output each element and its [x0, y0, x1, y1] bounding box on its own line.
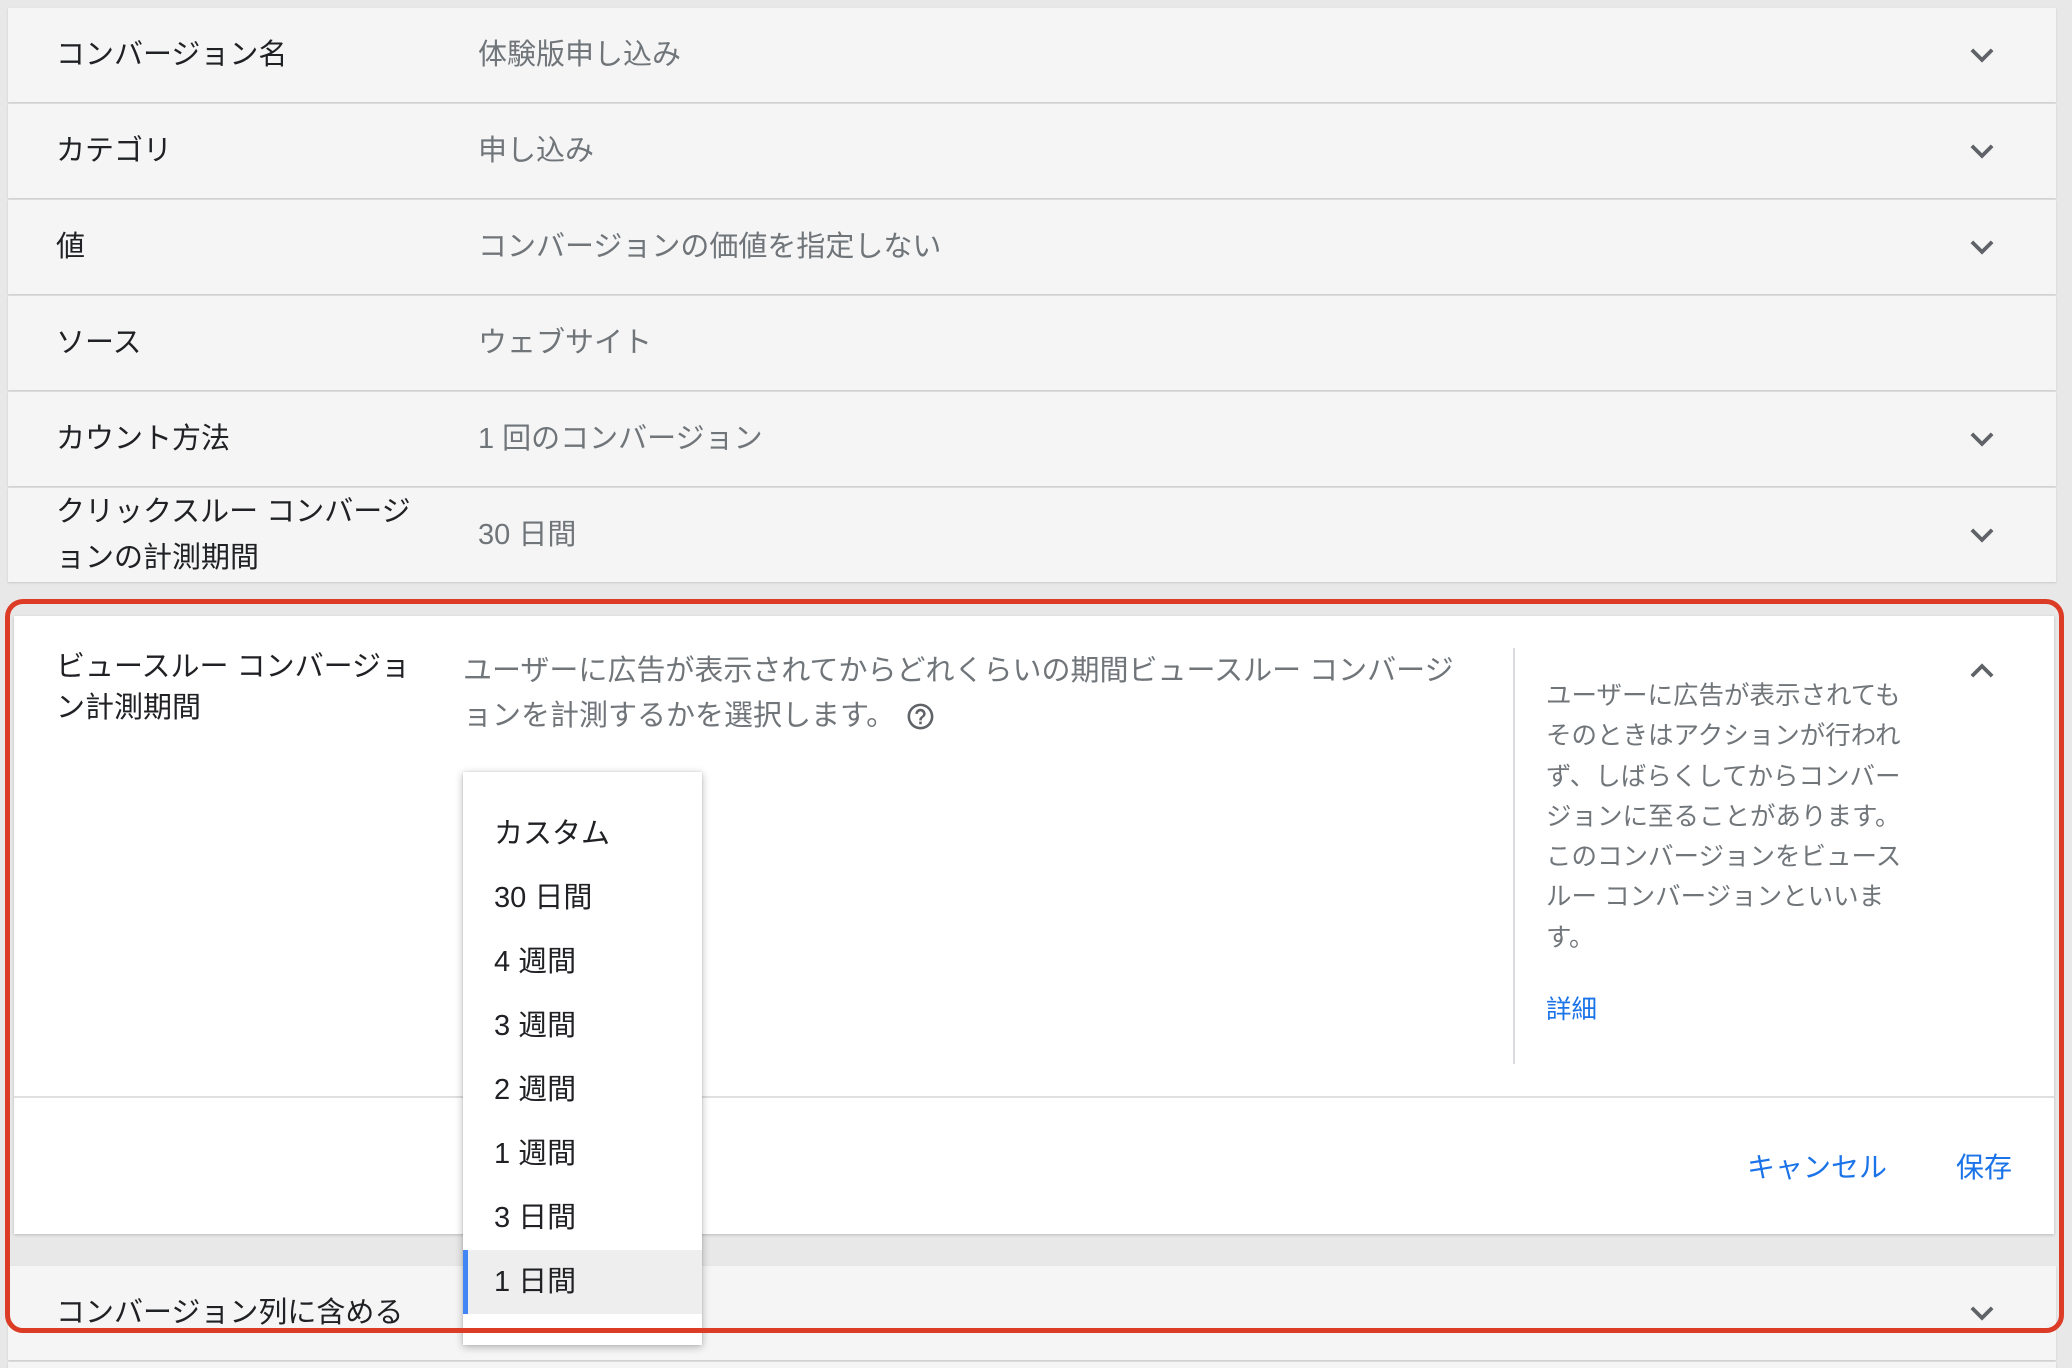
help-outline-icon[interactable] — [905, 701, 936, 732]
row-value: 30 日間 — [478, 519, 577, 551]
help-line: ジョンに至ることがあります。 — [1546, 802, 1901, 831]
row-label: コンバージョン名 — [56, 32, 287, 78]
setting-row-source: ソース ウェブサイト — [8, 296, 2056, 390]
row-label: コンバージョン列に含める — [56, 1290, 403, 1336]
dropdown-option[interactable]: 1 日間 — [463, 1250, 702, 1314]
dropdown-option[interactable]: 4 週間 — [463, 930, 702, 994]
dropdown-option[interactable]: 3 日間 — [463, 1186, 702, 1250]
row-label: カテゴリ — [56, 128, 172, 174]
cancel-button[interactable]: キャンセル — [1731, 1140, 1903, 1196]
panel-label: ビュースルー コンバージョ ン計測期間 — [56, 647, 410, 729]
row-value: ウェブサイト — [478, 327, 653, 359]
help-line: ユーザーに広告が表示されても — [1546, 682, 1901, 710]
row-label: カウント方法 — [56, 416, 230, 462]
row-label-line: カウント方法 — [56, 423, 231, 455]
help-panel-text: ユーザーに広告が表示されても そのときはアクションが行われ ず、しばらくしてから… — [1546, 676, 1901, 958]
setting-row-count-method[interactable]: カウント方法 1 回のコンバージョン — [8, 392, 2056, 486]
chevron-down-icon[interactable] — [1959, 32, 2005, 78]
help-line: す。 — [1546, 923, 1595, 952]
setting-row-include-in-conversions[interactable]: コンバージョン列に含める — [8, 1266, 2056, 1360]
horizontal-divider — [14, 1096, 2054, 1098]
row-label-line: カテゴリ — [56, 135, 173, 167]
description-line-with-help: ョンを計測するかを選択します。 — [463, 694, 1454, 739]
chevron-down-icon[interactable] — [1959, 128, 2005, 174]
row-label: クリックスルー コンバージ ョンの計測期間 — [56, 489, 411, 581]
chevron-down-icon[interactable] — [1959, 1290, 2005, 1336]
chevron-down-icon[interactable] — [1959, 224, 2005, 270]
learn-more-link[interactable]: 詳細 — [1546, 990, 1597, 1030]
view-through-window-panel: ビュースルー コンバージョ ン計測期間 ユーザーに広告が表示されてからどれくらい… — [14, 616, 2054, 1234]
dropdown-option[interactable]: 30 日間 — [463, 866, 702, 930]
dropdown-option[interactable]: 1 週間 — [463, 1122, 702, 1186]
row-value: 体験版申し込み — [478, 39, 682, 71]
help-line: このコンバージョンをビュース — [1546, 843, 1902, 872]
row-label-line: コンバージョン列に含める — [56, 1297, 404, 1329]
description-line: ユーザーに広告が表示されてからどれくらいの期間ビュースルー コンバージ — [463, 655, 1454, 687]
help-line: そのときはアクションが行われ — [1546, 722, 1901, 751]
dropdown-option[interactable]: 3 週間 — [463, 994, 702, 1058]
setting-row-value[interactable]: 値 コンバージョンの価値を指定しない — [8, 200, 2056, 294]
setting-row-click-through-window[interactable]: クリックスルー コンバージ ョンの計測期間 30 日間 — [8, 488, 2056, 582]
row-label-line: 値 — [56, 231, 86, 263]
dropdown-option[interactable]: 2 週間 — [463, 1058, 702, 1122]
setting-row-conversion-name[interactable]: コンバージョン名 体験版申し込み — [8, 8, 2056, 102]
panel-description: ユーザーに広告が表示されてからどれくらいの期間ビュースルー コンバージ ョンを計… — [463, 649, 1454, 739]
row-label: 値 — [56, 224, 85, 270]
save-button[interactable]: 保存 — [1940, 1140, 2028, 1196]
row-value: 1 回のコンバージョン — [478, 423, 763, 455]
dropdown-option[interactable]: カスタム — [463, 802, 702, 866]
row-label-line: ソース — [56, 327, 142, 359]
help-line: ルー コンバージョンといいま — [1546, 883, 1885, 912]
row-value: コンバージョンの価値を指定しない — [478, 231, 942, 263]
chevron-down-icon[interactable] — [1959, 416, 2005, 462]
description-line: ョンを計測するかを選択します。 — [463, 700, 896, 732]
row-label-line: コンバージョン名 — [56, 39, 288, 71]
setting-row-partial — [8, 1362, 2056, 1368]
window-dropdown-menu[interactable]: カスタム 30 日間 4 週間 3 週間 2 週間 1 週間 3 日間 1 日間 — [463, 772, 702, 1345]
panel-label-line: ン計測期間 — [56, 692, 202, 724]
chevron-up-icon[interactable] — [1959, 648, 2005, 694]
help-line: ず、しばらくしてからコンバー — [1546, 762, 1901, 791]
row-label-line: ョンの計測期間 — [56, 542, 260, 574]
vertical-divider — [1513, 648, 1515, 1064]
panel-label-line: ビュースルー コンバージョ — [56, 651, 411, 683]
chevron-down-icon[interactable] — [1959, 512, 2005, 558]
row-value: 申し込み — [478, 135, 595, 167]
setting-row-category[interactable]: カテゴリ 申し込み — [8, 104, 2056, 198]
row-label-line: クリックスルー コンバージ — [56, 496, 411, 528]
row-label: ソース — [56, 320, 142, 366]
